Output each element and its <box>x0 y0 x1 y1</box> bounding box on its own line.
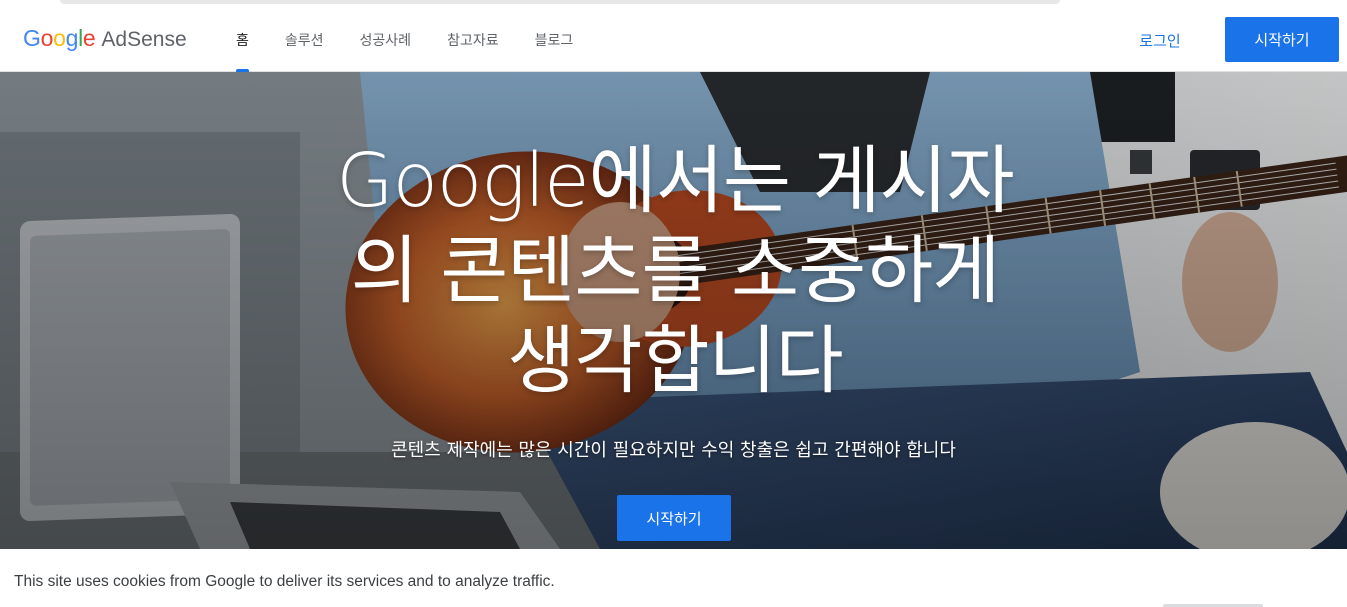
start-button-header[interactable]: 시작하기 <box>1225 17 1339 62</box>
nav-item-resources[interactable]: 참고자료 <box>436 8 510 72</box>
top-navigation: G o o g l e AdSense 홈 솔루션 성공사례 참고자료 블로그 … <box>0 8 1347 72</box>
cookie-banner: This site uses cookies from Google to de… <box>0 549 1347 607</box>
logo-letter: o <box>40 25 54 51</box>
hero-subtitle: 콘텐츠 제작에는 많은 시간이 필요하지만 수익 창출은 쉽고 간편해야 합니다 <box>391 440 956 461</box>
hero-section: Google에서는 게시자 의 콘텐츠를 소중하게 생각합니다 콘텐츠 제작에는… <box>0 72 1347 549</box>
nav-item-home[interactable]: 홈 <box>225 8 260 72</box>
browser-top-strip <box>0 0 1347 8</box>
hero-title-line: 생각합니다 <box>507 318 843 404</box>
main-menu: 홈 솔루션 성공사례 참고자료 블로그 <box>225 8 598 72</box>
login-link[interactable]: 로그인 <box>1115 18 1205 62</box>
nav-item-blog[interactable]: 블로그 <box>524 8 585 72</box>
hero-title: Google에서는 게시자 의 콘텐츠를 소중하게 생각합니다 <box>270 136 1080 406</box>
adsense-logo[interactable]: G o o g l e AdSense <box>23 25 187 55</box>
cookie-notice-text: This site uses cookies from Google to de… <box>14 573 555 590</box>
nav-item-solutions[interactable]: 솔루션 <box>274 8 335 72</box>
logo-letter: G <box>23 25 41 51</box>
start-button-hero[interactable]: 시작하기 <box>617 495 731 541</box>
logo-product-name: AdSense <box>101 28 187 51</box>
tab-edge <box>60 0 1060 4</box>
nav-item-success-stories[interactable]: 성공사례 <box>349 8 423 72</box>
logo-letter: e <box>82 25 96 51</box>
hero-title-line: Google에서는 게시자 <box>336 138 1014 224</box>
logo-letter: o <box>53 25 66 51</box>
hero-title-line: 의 콘텐츠를 소중하게 <box>350 228 1001 314</box>
logo-letter: g <box>65 25 79 51</box>
